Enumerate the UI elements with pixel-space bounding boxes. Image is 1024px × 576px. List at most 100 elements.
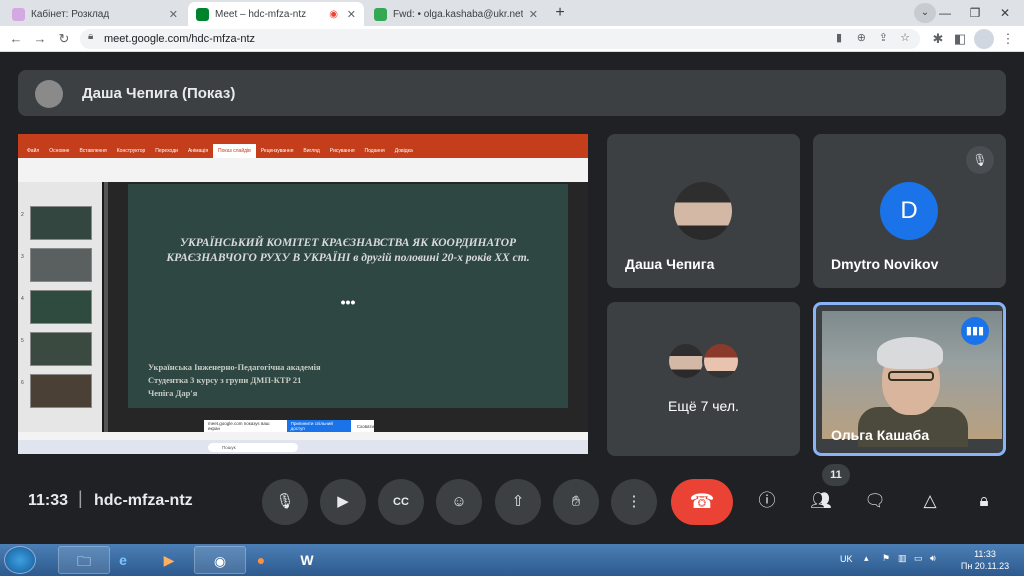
share-icon[interactable]: ⇪ [879, 31, 888, 44]
activities-button[interactable]: △ [914, 485, 946, 517]
activities-shapes-icon: △ [923, 491, 937, 510]
participant-tile-speaking[interactable]: ▮▮▮ Ольга Кашаба [813, 302, 1006, 456]
more-vert-icon: ⋮ [626, 493, 642, 510]
participant-count-badge: 11 [822, 464, 850, 486]
thumb-number: 2 [21, 212, 24, 218]
taskbar-clock[interactable]: 11:33 Пн 20.11.23 [955, 548, 1015, 572]
browser-tab-bar: Кабінет: Розклад ✕ Meet – hdc-mfza-ntz ◉… [0, 0, 1024, 26]
zoom-icon[interactable]: ⊕ [857, 31, 866, 44]
people-button[interactable]: 👥︎ [805, 485, 837, 517]
thumb-number: 4 [21, 296, 24, 302]
presenter-header: Даша Чепига (Показ) [18, 70, 1006, 116]
microphone-button[interactable]: 🎙︎ [262, 479, 308, 525]
clock-time: 11:33 [974, 549, 996, 559]
slide-text-line: Чепіга Дар'я [148, 388, 198, 398]
slide-thumbnail [30, 332, 92, 366]
separator: | [78, 488, 83, 508]
chat-button[interactable]: 🗨︎ [859, 485, 891, 517]
ribbon-tab: Переходи [155, 148, 178, 154]
more-participants-tile[interactable]: Ещё 7 чел. [607, 302, 800, 456]
slide-thumbnail [30, 206, 92, 240]
new-tab-button[interactable]: + [549, 3, 571, 23]
captions-button[interactable]: CC [378, 479, 424, 525]
word-taskbar-button[interactable]: W [286, 546, 328, 574]
more-options-button[interactable]: ⋮ [611, 479, 657, 525]
tab-title: Fwd: • olga.kashaba@ukr.net [393, 8, 524, 20]
mail-favicon-icon [374, 7, 387, 21]
avatar [674, 182, 732, 240]
participant-name: Ольга Кашаба [831, 427, 930, 443]
emoji-button[interactable]: ☺ [436, 479, 482, 525]
ribbon-tab: Довідка [394, 148, 413, 154]
ribbon-tab: Файл [27, 148, 40, 154]
extensions-icon[interactable]: ✱ [928, 29, 948, 49]
captions-icon: CC [393, 496, 409, 508]
raise-hand-button[interactable]: ✋︎ [553, 479, 599, 525]
address-bar[interactable]: 🔒︎ meet.google.com/hdc-mfza-ntz ▮ ⊕ ⇪ ☆ [80, 29, 920, 49]
slide-text-line: Українська Інженерно-Педагогічна академі… [148, 362, 321, 372]
phone-hangup-icon: ☎︎ [689, 491, 715, 513]
more-participants-label: Ещё 7 чел. [668, 398, 739, 414]
sidepanel-icon[interactable]: ◧ [950, 29, 970, 49]
participant-tile[interactable]: 🎙︎ D Dmytro Novikov [813, 134, 1006, 288]
close-tab-icon[interactable]: ✕ [347, 8, 356, 21]
close-tab-icon[interactable]: ✕ [529, 8, 538, 21]
close-tab-icon[interactable]: ✕ [169, 8, 178, 21]
people-icon: 👥︎ [810, 491, 832, 510]
start-button[interactable] [4, 546, 36, 574]
media-taskbar-button[interactable]: ▶ [148, 546, 190, 574]
participant-name: Dmytro Novikov [831, 256, 939, 272]
presenter-name: Даша Чепига (Показ) [82, 85, 236, 102]
ribbon-tab: Вставлення [79, 148, 107, 154]
chat-icon: 🗨︎ [864, 491, 886, 510]
ppt-title-bar [18, 134, 588, 144]
ie-taskbar-button[interactable]: e [102, 546, 144, 574]
chrome-icon: ◉ [213, 553, 227, 569]
participant-name: Даша Чепига [625, 256, 715, 272]
speaking-indicator-icon: ▮▮▮ [961, 317, 989, 345]
volume-icon[interactable]: 🔊︎ [930, 553, 936, 564]
shared-windows-taskbar: Пошук [18, 440, 588, 454]
present-button[interactable]: ⇧ [495, 479, 541, 525]
bookmark-star-icon[interactable]: ☆ [900, 31, 910, 44]
ribbon-tab: Показ слайдів [213, 144, 256, 158]
menu-icon[interactable]: ⋮ [998, 29, 1018, 49]
camera-icon[interactable]: ▮ [836, 31, 842, 44]
minimize-icon[interactable]: — [930, 2, 960, 24]
avatar [667, 342, 705, 380]
camera-button[interactable]: ▶︎ [320, 479, 366, 525]
network-icon[interactable]: ▥ [898, 553, 907, 564]
meeting-info-button[interactable]: ⓘ [751, 485, 783, 517]
firefox-taskbar-button[interactable]: ● [240, 546, 282, 574]
participant-tile[interactable]: Даша Чепига [607, 134, 800, 288]
show-hidden-icons-icon[interactable]: ▴ [864, 553, 869, 564]
ribbon-tab: Основне [49, 148, 70, 154]
tab-kabinet[interactable]: Кабінет: Розклад ✕ [4, 2, 186, 26]
restore-icon[interactable]: ❐ [960, 2, 990, 24]
recording-icon: ◉ [329, 8, 338, 20]
close-window-icon[interactable]: ✕ [990, 2, 1020, 24]
ribbon-tab: Рецензування [260, 148, 294, 154]
forward-icon[interactable]: → [30, 29, 50, 49]
end-call-button[interactable]: ☎︎ [671, 479, 733, 525]
mic-icon: 🎙︎ [275, 493, 295, 510]
emoji-icon: ☺ [451, 493, 467, 510]
tab-meet[interactable]: Meet – hdc-mfza-ntz ◉ ✕ [188, 2, 364, 26]
reload-icon[interactable]: ↻ [54, 29, 74, 49]
window-controls: — ❐ ✕ [930, 2, 1020, 24]
chrome-taskbar-button[interactable]: ◉ [194, 546, 246, 574]
video-glasses [888, 371, 934, 381]
back-icon[interactable]: ← [6, 29, 26, 49]
stop-sharing-button: Припинити спільний доступ [286, 420, 351, 432]
profile-avatar[interactable] [974, 29, 994, 49]
current-slide: УКРАЇНСЬКИЙ КОМІТЕТ КРАЄЗНАВСТВА ЯК КООР… [128, 184, 568, 408]
present-screen-icon: ⇧ [511, 493, 525, 510]
video-camera-icon: ▶︎ [337, 493, 349, 510]
flag-icon[interactable]: ⚑ [882, 553, 890, 564]
url-text: meet.google.com/hdc-mfza-ntz [104, 33, 256, 45]
battery-icon[interactable]: ▭ [914, 553, 923, 564]
host-controls-button[interactable]: 🔒︎ [968, 485, 1000, 517]
language-indicator[interactable]: UK [840, 554, 853, 564]
tab-mail[interactable]: Fwd: • olga.kashaba@ukr.net ✕ [366, 2, 546, 26]
meet-favicon-icon [196, 7, 209, 21]
